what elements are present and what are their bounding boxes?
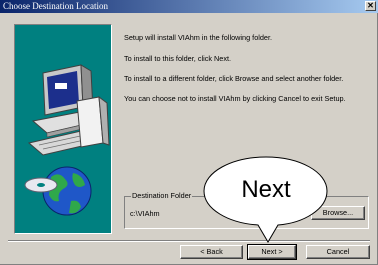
- back-button[interactable]: < Back: [180, 245, 243, 259]
- browse-button[interactable]: Browse...: [311, 206, 365, 220]
- cancel-instruction-text: You can choose not to install VIAhm by c…: [124, 94, 346, 103]
- next-instruction-text: To install to this folder, click Next.: [124, 54, 232, 63]
- cancel-button[interactable]: Cancel: [306, 245, 370, 259]
- intro-text: Setup will install VIAhm in the followin…: [124, 33, 273, 42]
- close-icon: ✕: [367, 1, 374, 10]
- setup-illustration: [14, 24, 112, 234]
- button-separator: [8, 240, 370, 242]
- close-button[interactable]: ✕: [365, 1, 376, 11]
- setup-dialog: Choose Destination Location ✕ Setup will…: [0, 0, 378, 265]
- window-title: Choose Destination Location: [3, 1, 108, 11]
- destination-path: c:\VIAhm: [130, 209, 160, 218]
- title-bar[interactable]: Choose Destination Location ✕: [0, 0, 378, 13]
- next-button[interactable]: Next >: [247, 244, 297, 260]
- browse-instruction-text: To install to a different folder, click …: [124, 74, 344, 83]
- destination-folder-label: Destination Folder: [131, 191, 193, 201]
- computer-globe-illustration: [24, 64, 110, 216]
- computer-icon: [27, 64, 110, 156]
- cd-icon: [24, 177, 58, 193]
- callout-label: Next: [241, 176, 291, 203]
